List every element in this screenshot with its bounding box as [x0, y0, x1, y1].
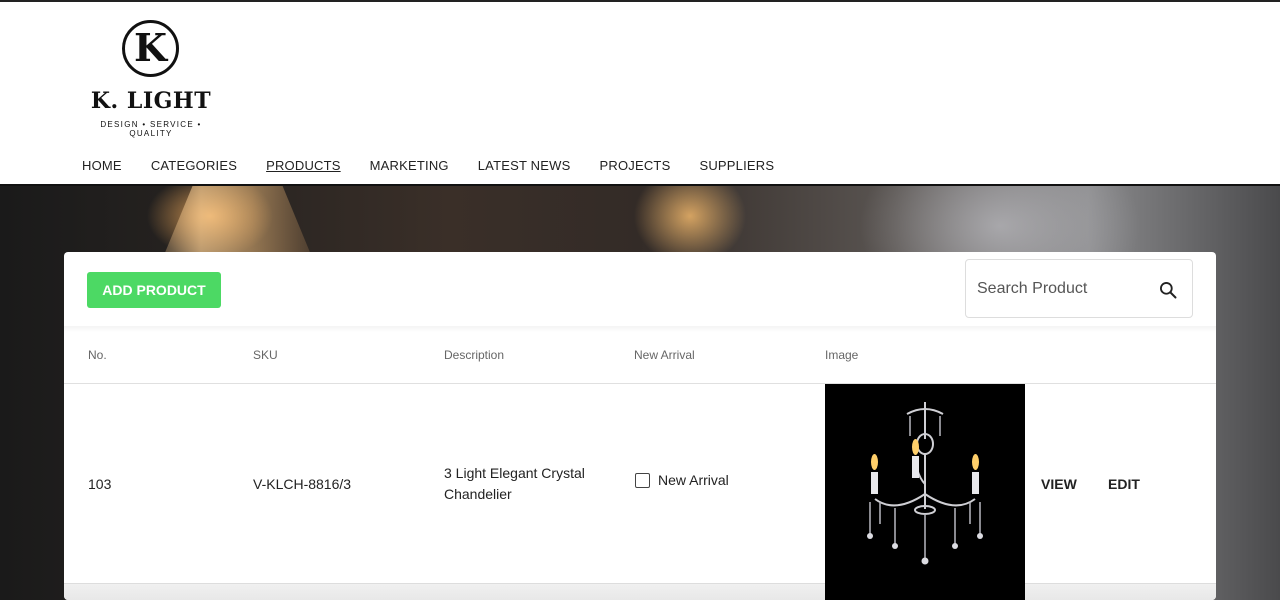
product-image-partial	[825, 584, 1025, 600]
header-image: Image	[825, 348, 859, 362]
header-new-arrival: New Arrival	[634, 348, 695, 362]
nav-products[interactable]: PRODUCTS	[266, 158, 341, 173]
product-image	[825, 384, 1025, 584]
nav-home[interactable]: HOME	[82, 158, 122, 173]
search-input[interactable]	[977, 260, 1147, 317]
brand-tagline: DESIGN • SERVICE • QUALITY	[100, 120, 202, 138]
table-row-partial	[64, 584, 1216, 600]
products-card: ADD PRODUCT No. SKU Description New Arri…	[64, 252, 1216, 600]
header-sku: SKU	[253, 348, 278, 362]
nav-suppliers[interactable]: SUPPLIERS	[699, 158, 774, 173]
brand-name: K. LIGHT	[90, 88, 212, 114]
site-header: K K. LIGHT DESIGN • SERVICE • QUALITY HO…	[0, 0, 1280, 186]
header-description: Description	[444, 348, 505, 362]
view-button[interactable]: VIEW	[1041, 476, 1077, 492]
edit-button[interactable]: EDIT	[1108, 476, 1140, 492]
nav-categories[interactable]: CATEGORIES	[151, 158, 237, 173]
new-arrival-checkbox[interactable]	[635, 473, 650, 488]
nav-projects[interactable]: PROJECTS	[600, 158, 671, 173]
new-arrival-label: New Arrival	[658, 472, 729, 488]
cell-description: 3 Light Elegant Crystal Chandelier	[444, 465, 585, 502]
logo-letter: K	[133, 25, 168, 70]
cell-no: 103	[88, 476, 112, 492]
lamp-bulb-glow	[163, 186, 312, 256]
logo-emblem: K	[122, 20, 179, 77]
chandelier-image	[867, 402, 983, 565]
search-icon[interactable]	[1158, 280, 1178, 300]
header-no: No.	[88, 348, 107, 362]
table-header: No. SKU Description New Arrival Image	[64, 326, 1216, 384]
nav-latest-news[interactable]: LATEST NEWS	[478, 158, 571, 173]
add-product-button[interactable]: ADD PRODUCT	[87, 272, 221, 308]
cell-sku: V-KLCH-8816/3	[253, 476, 352, 492]
table-row: 103 V-KLCH-8816/3 3 Light Elegant Crysta…	[64, 384, 1216, 584]
search-box	[965, 259, 1193, 318]
nav-marketing[interactable]: MARKETING	[370, 158, 449, 173]
k-light-logo[interactable]: K K. LIGHT DESIGN • SERVICE • QUALITY	[78, 20, 224, 138]
main-nav: HOME CATEGORIES PRODUCTS MARKETING LATES…	[82, 158, 803, 173]
